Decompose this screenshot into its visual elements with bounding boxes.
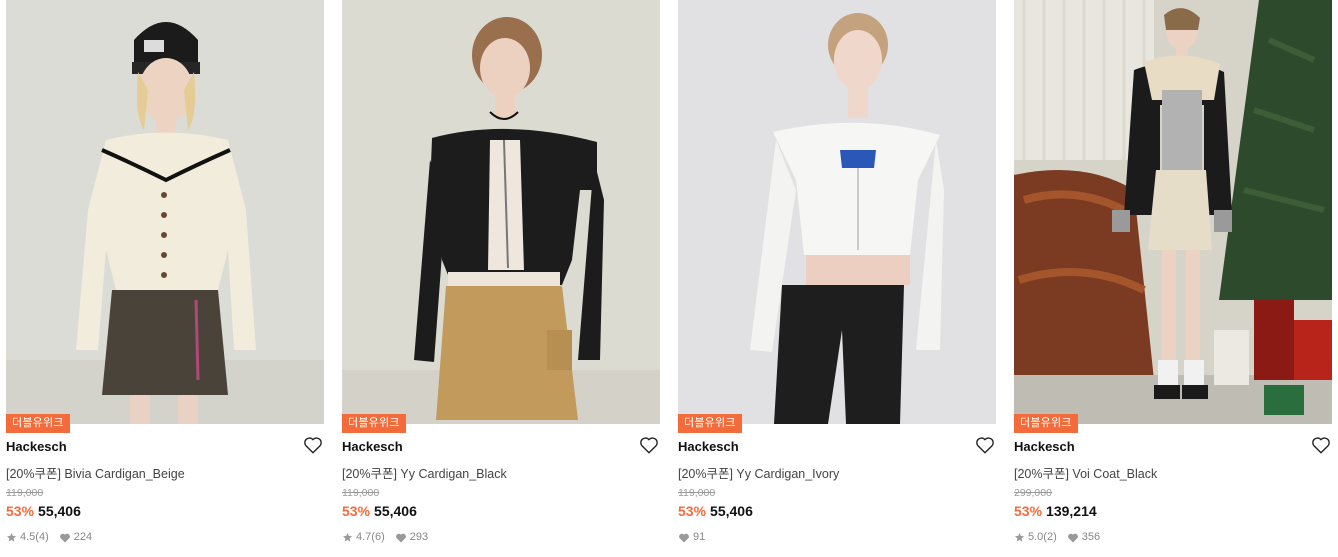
wishlist-heart-icon[interactable] [974,434,996,456]
sale-price: 55,406 [710,503,753,519]
like-heart-icon [679,533,689,542]
product-card[interactable]: 더블유위크 Hackesch [20%쿠폰] Voi Coat_Black 29… [1014,0,1332,557]
product-meta: 91 [678,531,705,543]
sale-price: 55,406 [38,503,81,519]
like-heart-icon [1067,533,1078,542]
discount-rate: 53% [678,503,707,519]
wishlist-heart-icon[interactable] [302,434,324,456]
like-heart-icon [59,533,70,542]
brand-name[interactable]: Hackesch [678,439,739,454]
product-grid: 더블유위크 Hackesch [20%쿠폰] Bivia Cardigan_Be… [6,0,1332,557]
product-card[interactable]: 더블유위크 Hackesch [20%쿠폰] Yy Cardigan_Ivory… [678,0,996,557]
promo-badge: 더블유위크 [6,414,70,433]
promo-badge: 더블유위크 [678,414,742,433]
discount-rate: 53% [1014,503,1043,519]
product-meta: 4.7 (6) 293 [342,531,428,543]
product-photo-black-cardigan [342,0,660,424]
product-name[interactable]: [20%쿠폰] Bivia Cardigan_Beige [6,463,185,482]
like-count: 224 [73,531,93,543]
sale-price: 55,406 [374,503,417,519]
product-photo-beige-cardigan [6,0,324,424]
product-photo-black-coat [1014,0,1332,424]
product-image[interactable] [678,0,996,424]
wishlist-heart-icon[interactable] [638,434,660,456]
price-row: 53% 139,214 [1014,503,1097,519]
wishlist-heart-icon[interactable] [1310,434,1332,456]
discount-rate: 53% [342,503,371,519]
rating-value: 5.0 [1028,531,1044,543]
star-icon [1014,532,1025,542]
sale-price: 139,214 [1046,503,1097,519]
product-photo-ivory-cardigan [678,0,996,424]
brand-name[interactable]: Hackesch [6,439,67,454]
review-count: (2) [1043,531,1057,543]
price-row: 53% 55,406 [6,503,81,519]
product-image[interactable] [342,0,660,424]
product-name[interactable]: [20%쿠폰] Yy Cardigan_Black [342,463,507,482]
price-row: 53% 55,406 [678,503,753,519]
original-price: 119,000 [6,487,44,499]
rating-value: 4.7 [356,531,372,543]
product-image[interactable] [6,0,324,424]
review-count: (4) [35,531,49,543]
product-meta: 4.5 (4) 224 [6,531,92,543]
product-image[interactable] [1014,0,1332,424]
discount-rate: 53% [6,503,35,519]
product-name[interactable]: [20%쿠폰] Yy Cardigan_Ivory [678,463,839,482]
product-card[interactable]: 더블유위크 Hackesch [20%쿠폰] Bivia Cardigan_Be… [6,0,324,557]
like-count: 91 [693,531,706,543]
product-meta: 5.0 (2) 356 [1014,531,1100,543]
original-price: 119,000 [678,487,716,499]
product-name[interactable]: [20%쿠폰] Voi Coat_Black [1014,463,1157,482]
like-heart-icon [395,533,406,542]
price-row: 53% 55,406 [342,503,417,519]
star-icon [342,532,353,542]
promo-badge: 더블유위크 [342,414,406,433]
brand-name[interactable]: Hackesch [342,439,403,454]
like-count: 356 [1081,531,1101,543]
star-icon [6,532,17,542]
original-price: 119,000 [342,487,380,499]
product-card[interactable]: 더블유위크 Hackesch [20%쿠폰] Yy Cardigan_Black… [342,0,660,557]
promo-badge: 더블유위크 [1014,414,1078,433]
rating-value: 4.5 [20,531,36,543]
original-price: 299,000 [1014,487,1052,499]
review-count: (6) [371,531,385,543]
brand-name[interactable]: Hackesch [1014,439,1075,454]
like-count: 293 [409,531,429,543]
